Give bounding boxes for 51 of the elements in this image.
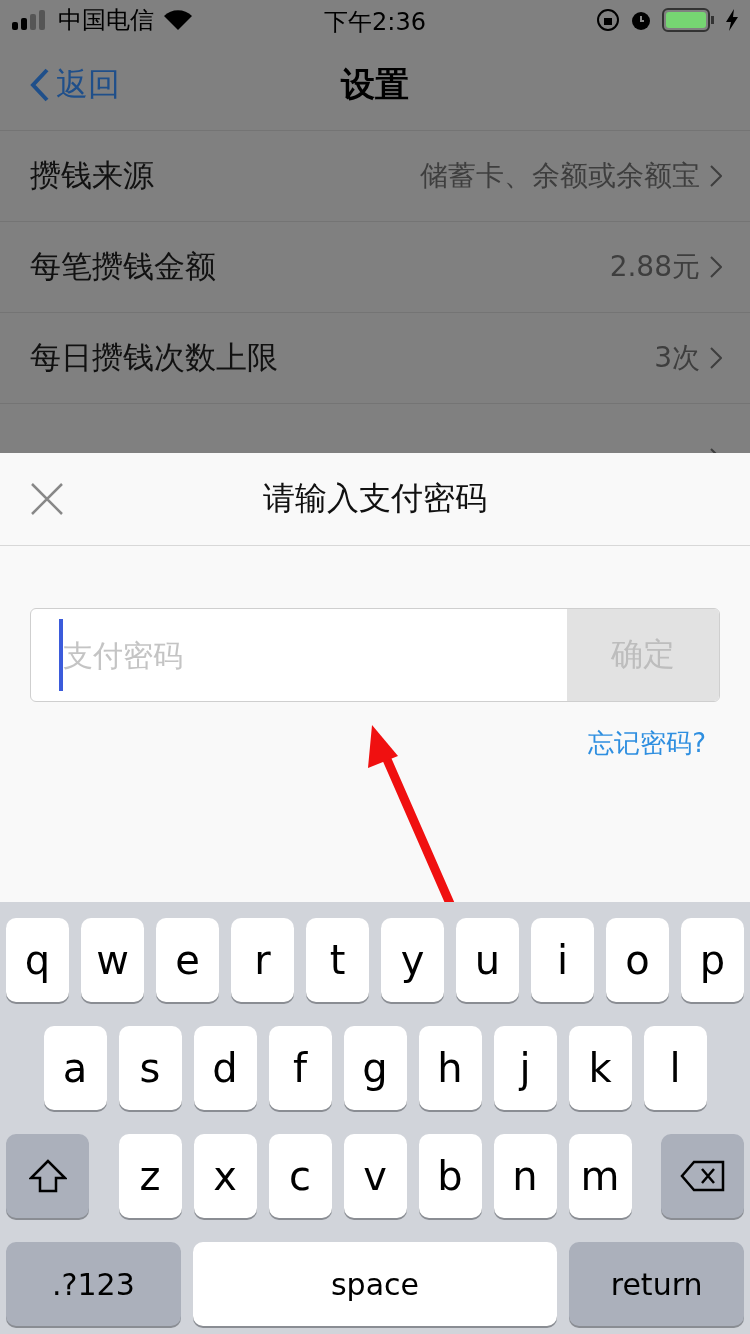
setting-value: 2.88元 [609, 249, 700, 285]
setting-value: 3次 [654, 340, 700, 376]
letter-key[interactable]: c [268, 1134, 332, 1218]
shift-icon [28, 1159, 67, 1193]
letter-key[interactable]: a [43, 1026, 107, 1110]
signal-icon [12, 10, 48, 30]
letter-key[interactable]: r [231, 918, 294, 1002]
letter-key[interactable]: z [118, 1134, 182, 1218]
letter-key[interactable]: w [81, 918, 144, 1002]
close-button[interactable] [30, 482, 64, 516]
alarm-icon [630, 9, 652, 31]
letter-key[interactable]: d [193, 1026, 257, 1110]
letter-key[interactable]: t [306, 918, 369, 1002]
letter-key[interactable]: k [568, 1026, 632, 1110]
letter-key[interactable]: e [156, 918, 219, 1002]
letter-key[interactable]: b [418, 1134, 482, 1218]
letter-key[interactable]: f [268, 1026, 332, 1110]
delete-key[interactable] [661, 1134, 744, 1218]
letter-key[interactable]: o [606, 918, 669, 1002]
setting-label: 攒钱来源 [30, 156, 154, 195]
letter-key[interactable]: m [568, 1134, 632, 1218]
rotation-lock-icon [596, 8, 620, 32]
letter-key[interactable]: n [493, 1134, 557, 1218]
space-key[interactable]: space [192, 1242, 558, 1326]
letter-key[interactable]: h [418, 1026, 482, 1110]
carrier-name: 中国电信 [58, 5, 154, 36]
back-chevron-icon [30, 68, 50, 102]
letter-key[interactable]: g [343, 1026, 407, 1110]
setting-label: 每日攒钱次数上限 [30, 338, 278, 377]
dialog-title: 请输入支付密码 [263, 478, 487, 519]
letter-key[interactable]: q [6, 918, 69, 1002]
backspace-icon [679, 1160, 726, 1192]
letter-key[interactable]: j [493, 1026, 557, 1110]
letter-key[interactable]: i [531, 918, 594, 1002]
wifi-icon [164, 10, 192, 30]
setting-label: 每笔攒钱金额 [30, 247, 216, 286]
status-time: 下午2:36 [324, 7, 426, 38]
setting-value: 储蓄卡、余额或余额宝 [420, 158, 700, 194]
page-title: 设置 [341, 63, 409, 106]
shift-key[interactable] [6, 1134, 89, 1218]
letter-key[interactable]: v [343, 1134, 407, 1218]
charging-icon [726, 9, 738, 31]
letter-key[interactable]: p [681, 918, 744, 1002]
letter-key[interactable]: u [456, 918, 519, 1002]
battery-icon [662, 8, 716, 32]
numbers-key[interactable]: .?123 [6, 1242, 181, 1326]
letter-key[interactable]: l [643, 1026, 707, 1110]
letter-key[interactable]: x [193, 1134, 257, 1218]
letter-key[interactable]: s [118, 1026, 182, 1110]
letter-key[interactable]: y [381, 918, 444, 1002]
return-key[interactable]: return [569, 1242, 744, 1326]
